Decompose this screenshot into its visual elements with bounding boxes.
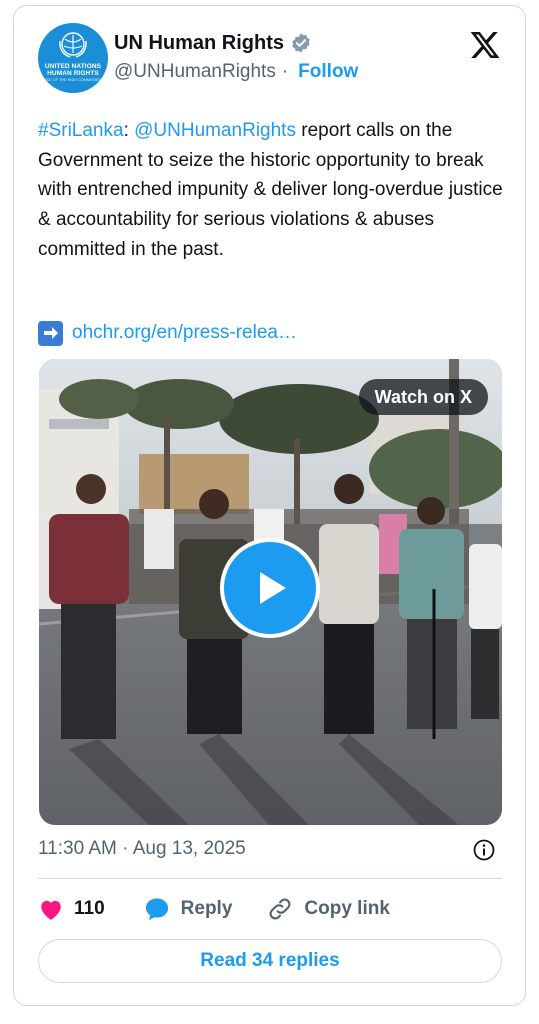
verified-badge-icon — [292, 33, 310, 53]
action-bar: 110 Reply Copy link — [38, 894, 390, 924]
reply-label: Reply — [180, 898, 233, 919]
heart-icon — [41, 900, 61, 920]
url-row[interactable]: ohchr.org/en/press-relea… — [38, 319, 297, 347]
avatar-org-line-2: HUMAN RIGHTS — [47, 70, 99, 77]
author-name[interactable]: UN Human Rights — [114, 32, 284, 55]
read-replies-button[interactable]: Read 34 replies — [38, 939, 502, 983]
author-handle-row: @UNHumanRights · Follow — [114, 61, 358, 83]
avatar-org-line-1: UNITED NATIONS — [44, 63, 102, 70]
tweet-timestamp[interactable]: 11:30 AM · Aug 13, 2025 — [38, 838, 246, 860]
divider — [38, 878, 502, 879]
author-name-row[interactable]: UN Human Rights — [114, 29, 312, 57]
link-icon — [269, 898, 291, 920]
play-button[interactable] — [220, 538, 320, 638]
press-release-link[interactable]: ohchr.org/en/press-relea… — [72, 319, 297, 347]
copy-link-label: Copy link — [304, 898, 390, 919]
separator-dot: · — [281, 61, 289, 82]
x-logo-icon[interactable] — [469, 29, 501, 61]
follow-button[interactable]: Follow — [298, 61, 358, 83]
hashtag-link[interactable]: #SriLanka — [38, 120, 124, 141]
copy-link-button[interactable]: Copy link — [266, 895, 390, 923]
info-icon[interactable] — [472, 838, 496, 862]
avatar-org-line-3: OFFICE OF THE HIGH COMMISSIONER — [38, 78, 108, 82]
avatar[interactable]: UNITED NATIONS HUMAN RIGHTS OFFICE OF TH… — [38, 23, 108, 93]
tweet-colon: : — [123, 120, 129, 141]
watch-on-x-button[interactable]: Watch on X — [358, 379, 488, 415]
tweet-card: UNITED NATIONS HUMAN RIGHTS OFFICE OF TH… — [13, 5, 526, 1006]
author-handle[interactable]: @UNHumanRights — [114, 61, 276, 83]
tweet-text: #SriLanka: @UNHumanRights report calls o… — [38, 116, 508, 265]
mention-link[interactable]: @UNHumanRights — [134, 120, 296, 141]
like-count: 110 — [74, 898, 105, 919]
reply-button[interactable]: Reply — [143, 896, 233, 922]
reply-bubble-icon — [145, 898, 168, 921]
like-button[interactable]: 110 — [38, 897, 105, 921]
right-arrow-icon — [38, 320, 63, 346]
video-thumbnail[interactable]: Watch on X — [39, 359, 502, 825]
play-icon — [260, 572, 286, 604]
un-emblem-icon — [59, 32, 87, 58]
